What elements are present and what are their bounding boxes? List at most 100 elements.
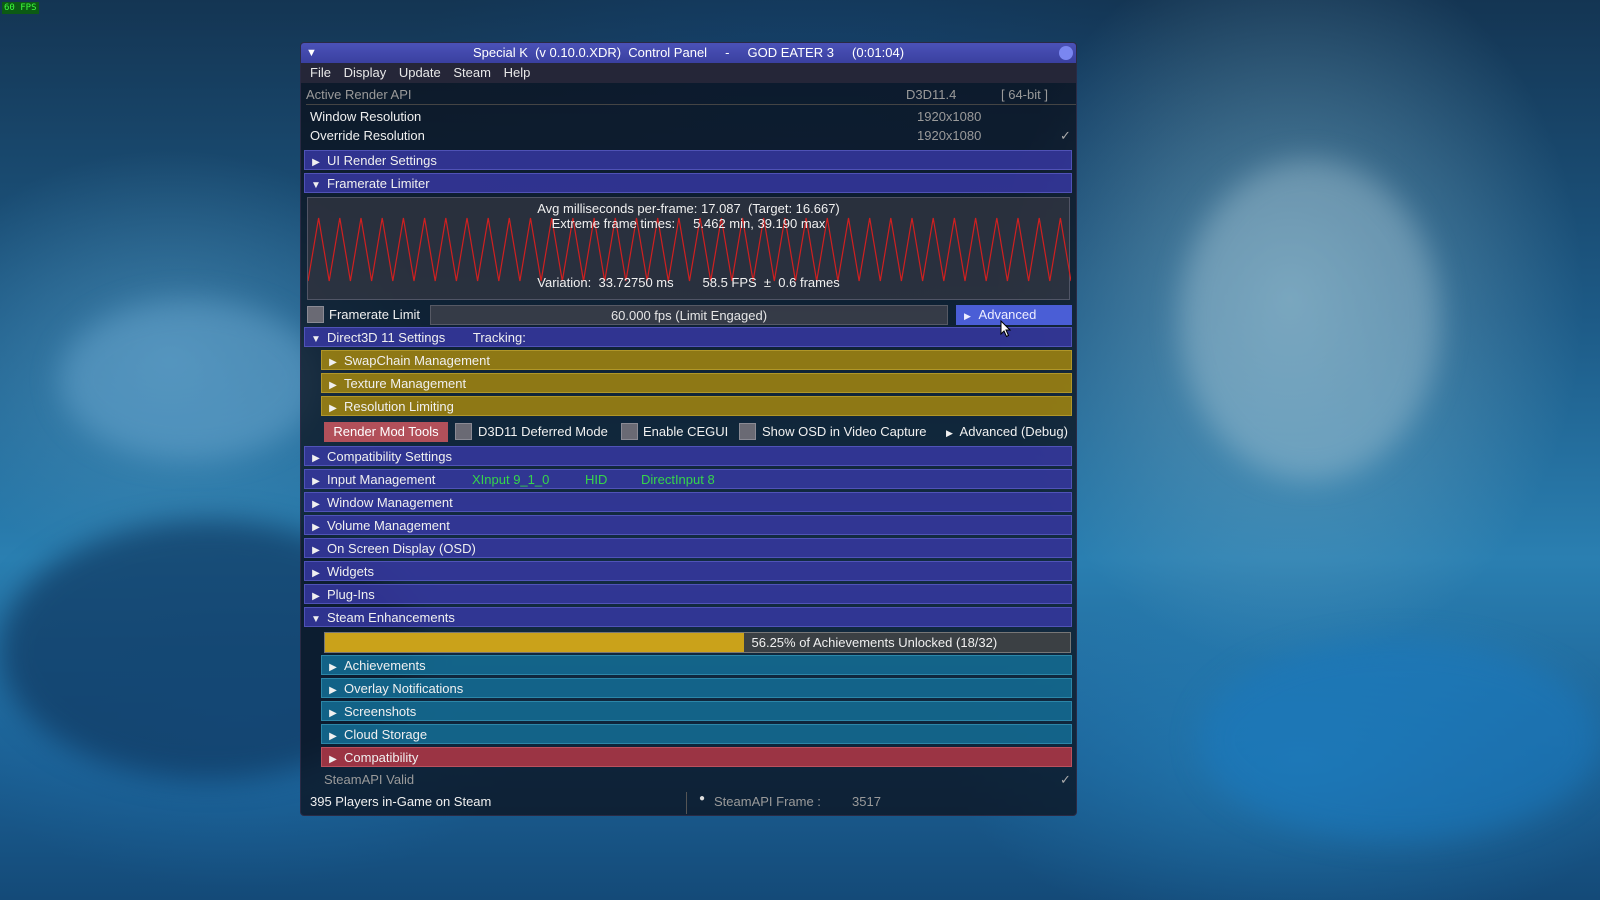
collapse-triangle-icon: ▼ bbox=[311, 334, 321, 345]
expand-triangle-icon: ▶ bbox=[312, 545, 320, 556]
input-api-hid: HID bbox=[585, 472, 608, 487]
section-label: Widgets bbox=[327, 564, 374, 579]
section-label: Compatibility bbox=[344, 750, 419, 765]
render-api-label: Active Render API bbox=[306, 87, 412, 102]
section-label: SwapChain Management bbox=[344, 353, 490, 368]
menu-help[interactable]: Help bbox=[504, 63, 531, 83]
section-ui-render-settings[interactable]: ▶ UI Render Settings bbox=[304, 150, 1072, 170]
expand-triangle-icon: ▶ bbox=[329, 380, 337, 391]
expand-triangle-icon: ▶ bbox=[946, 428, 953, 438]
section-label: Volume Management bbox=[327, 518, 450, 533]
background-rock bbox=[60, 300, 320, 460]
render-mod-tools-button[interactable]: Render Mod Tools bbox=[324, 422, 448, 442]
section-label: Input Management bbox=[327, 472, 436, 487]
section-achievements[interactable]: ▶ Achievements bbox=[321, 655, 1072, 675]
expand-triangle-icon: ▶ bbox=[329, 708, 337, 719]
section-steam-enhancements[interactable]: ▼ Steam Enhancements bbox=[304, 607, 1072, 627]
osd-capture-label: Show OSD in Video Capture bbox=[762, 424, 927, 439]
menu-bar: File Display Update Steam Help bbox=[301, 63, 1076, 83]
section-screenshots[interactable]: ▶ Screenshots bbox=[321, 701, 1072, 721]
osd-capture-checkbox[interactable] bbox=[739, 423, 756, 441]
expand-triangle-icon: ▶ bbox=[329, 357, 337, 368]
override-resolution-label[interactable]: Override Resolution bbox=[310, 128, 425, 143]
section-label: Compatibility Settings bbox=[327, 449, 452, 464]
title-bar[interactable]: ▼ Special K (v 0.10.0.XDR) Control Panel… bbox=[301, 43, 1076, 63]
section-label: Screenshots bbox=[344, 704, 417, 719]
close-icon[interactable] bbox=[1059, 46, 1073, 60]
achievements-progress-text: 56.25% of Achievements Unlocked (18/32) bbox=[751, 635, 998, 650]
section-resolution-limiting[interactable]: ▶ Resolution Limiting bbox=[321, 396, 1072, 416]
section-direct3d11-settings[interactable]: ▼ Direct3D 11 Settings Tracking: bbox=[304, 327, 1072, 347]
steamapi-frame-label: SteamAPI Frame : bbox=[714, 794, 821, 809]
section-osd[interactable]: ▶ On Screen Display (OSD) bbox=[304, 538, 1072, 558]
section-label: Achievements bbox=[344, 658, 426, 673]
steamapi-frame-value: 3517 bbox=[852, 794, 881, 809]
graph-extreme-text: Extreme frame times: 5.462 min, 39.190 m… bbox=[551, 216, 826, 231]
advanced-button[interactable]: ▶ Advanced bbox=[956, 305, 1072, 325]
section-window-management[interactable]: ▶ Window Management bbox=[304, 492, 1072, 512]
window-title: Special K (v 0.10.0.XDR) Control Panel -… bbox=[472, 45, 905, 60]
input-api-directinput: DirectInput 8 bbox=[641, 472, 715, 487]
section-overlay-notifications[interactable]: ▶ Overlay Notifications bbox=[321, 678, 1072, 698]
expand-triangle-icon: ▶ bbox=[964, 311, 971, 321]
menu-display[interactable]: Display bbox=[344, 63, 387, 83]
section-cloud-storage[interactable]: ▶ Cloud Storage bbox=[321, 724, 1072, 744]
graph-avg-text: Avg milliseconds per-frame: 17.087 (Targ… bbox=[537, 201, 840, 216]
checkmark-icon: ✓ bbox=[1060, 128, 1071, 143]
background-rock bbox=[1180, 160, 1440, 480]
framerate-limit-label: Framerate Limit bbox=[329, 307, 421, 322]
advanced-debug-toggle[interactable]: ▶ Advanced (Debug) bbox=[946, 424, 1068, 439]
section-label: Overlay Notifications bbox=[344, 681, 464, 696]
collapse-triangle-icon[interactable]: ▼ bbox=[306, 43, 317, 63]
fps-counter: 60 FPS bbox=[2, 2, 39, 14]
enable-cegui-label: Enable CEGUI bbox=[643, 424, 729, 439]
section-framerate-limiter[interactable]: ▼ Framerate Limiter bbox=[304, 173, 1072, 193]
section-compatibility-settings[interactable]: ▶ Compatibility Settings bbox=[304, 446, 1072, 466]
section-input-management[interactable]: ▶ Input Management XInput 9_1_0 HID Direc… bbox=[304, 469, 1072, 489]
expand-triangle-icon: ▶ bbox=[312, 499, 320, 510]
expand-triangle-icon: ▶ bbox=[312, 476, 320, 487]
window-resolution-value: 1920x1080 bbox=[917, 109, 982, 124]
bullet-icon: ● bbox=[699, 793, 706, 804]
section-volume-management[interactable]: ▶ Volume Management bbox=[304, 515, 1072, 535]
divider bbox=[686, 792, 687, 814]
section-label: Plug-Ins bbox=[327, 587, 375, 602]
section-label: Framerate Limiter bbox=[327, 176, 430, 191]
section-label: Cloud Storage bbox=[344, 727, 428, 742]
mouse-cursor-icon bbox=[1000, 320, 1012, 338]
frametime-graph: Avg milliseconds per-frame: 17.087 (Targ… bbox=[307, 197, 1071, 300]
section-texture-management[interactable]: ▶ Texture Management bbox=[321, 373, 1072, 393]
section-label: Texture Management bbox=[344, 376, 467, 391]
collapse-triangle-icon: ▼ bbox=[311, 180, 321, 191]
override-resolution-value: 1920x1080 bbox=[917, 128, 982, 143]
expand-triangle-icon: ▶ bbox=[329, 403, 337, 414]
graph-variation-text: Variation: 33.72750 ms 58.5 FPS ± 0.6 fr… bbox=[537, 275, 840, 290]
section-swapchain-management[interactable]: ▶ SwapChain Management bbox=[321, 350, 1072, 370]
section-plugins[interactable]: ▶ Plug-Ins bbox=[304, 584, 1072, 604]
section-widgets[interactable]: ▶ Widgets bbox=[304, 561, 1072, 581]
menu-file[interactable]: File bbox=[310, 63, 331, 83]
tracking-label: Tracking: bbox=[472, 330, 526, 345]
background-rock bbox=[1200, 640, 1600, 840]
collapse-triangle-icon: ▼ bbox=[311, 614, 321, 625]
framerate-limit-checkbox[interactable] bbox=[307, 306, 324, 324]
expand-triangle-icon: ▶ bbox=[312, 522, 320, 533]
players-in-game: 395 Players in-Game on Steam bbox=[310, 794, 492, 809]
achievements-progress-bar: 56.25% of Achievements Unlocked (18/32) bbox=[324, 632, 1071, 653]
menu-steam[interactable]: Steam bbox=[453, 63, 491, 83]
expand-triangle-icon: ▶ bbox=[312, 591, 320, 602]
section-label: UI Render Settings bbox=[327, 153, 437, 168]
d3d11-deferred-label: D3D11 Deferred Mode bbox=[478, 424, 608, 439]
checkmark-icon: ✓ bbox=[1060, 772, 1071, 787]
input-api-xinput: XInput 9_1_0 bbox=[472, 472, 550, 487]
menu-update[interactable]: Update bbox=[399, 63, 441, 83]
section-compatibility[interactable]: ▶ Compatibility bbox=[321, 747, 1072, 767]
expand-triangle-icon: ▶ bbox=[329, 754, 337, 765]
framerate-limit-slider[interactable]: 60.000 fps (Limit Engaged) bbox=[430, 305, 948, 325]
enable-cegui-checkbox[interactable] bbox=[621, 423, 638, 441]
expand-triangle-icon: ▶ bbox=[329, 731, 337, 742]
d3d11-deferred-checkbox[interactable] bbox=[455, 423, 472, 441]
section-label: Window Management bbox=[327, 495, 453, 510]
section-label: On Screen Display (OSD) bbox=[327, 541, 476, 556]
steamapi-valid-label: SteamAPI Valid bbox=[324, 772, 415, 787]
